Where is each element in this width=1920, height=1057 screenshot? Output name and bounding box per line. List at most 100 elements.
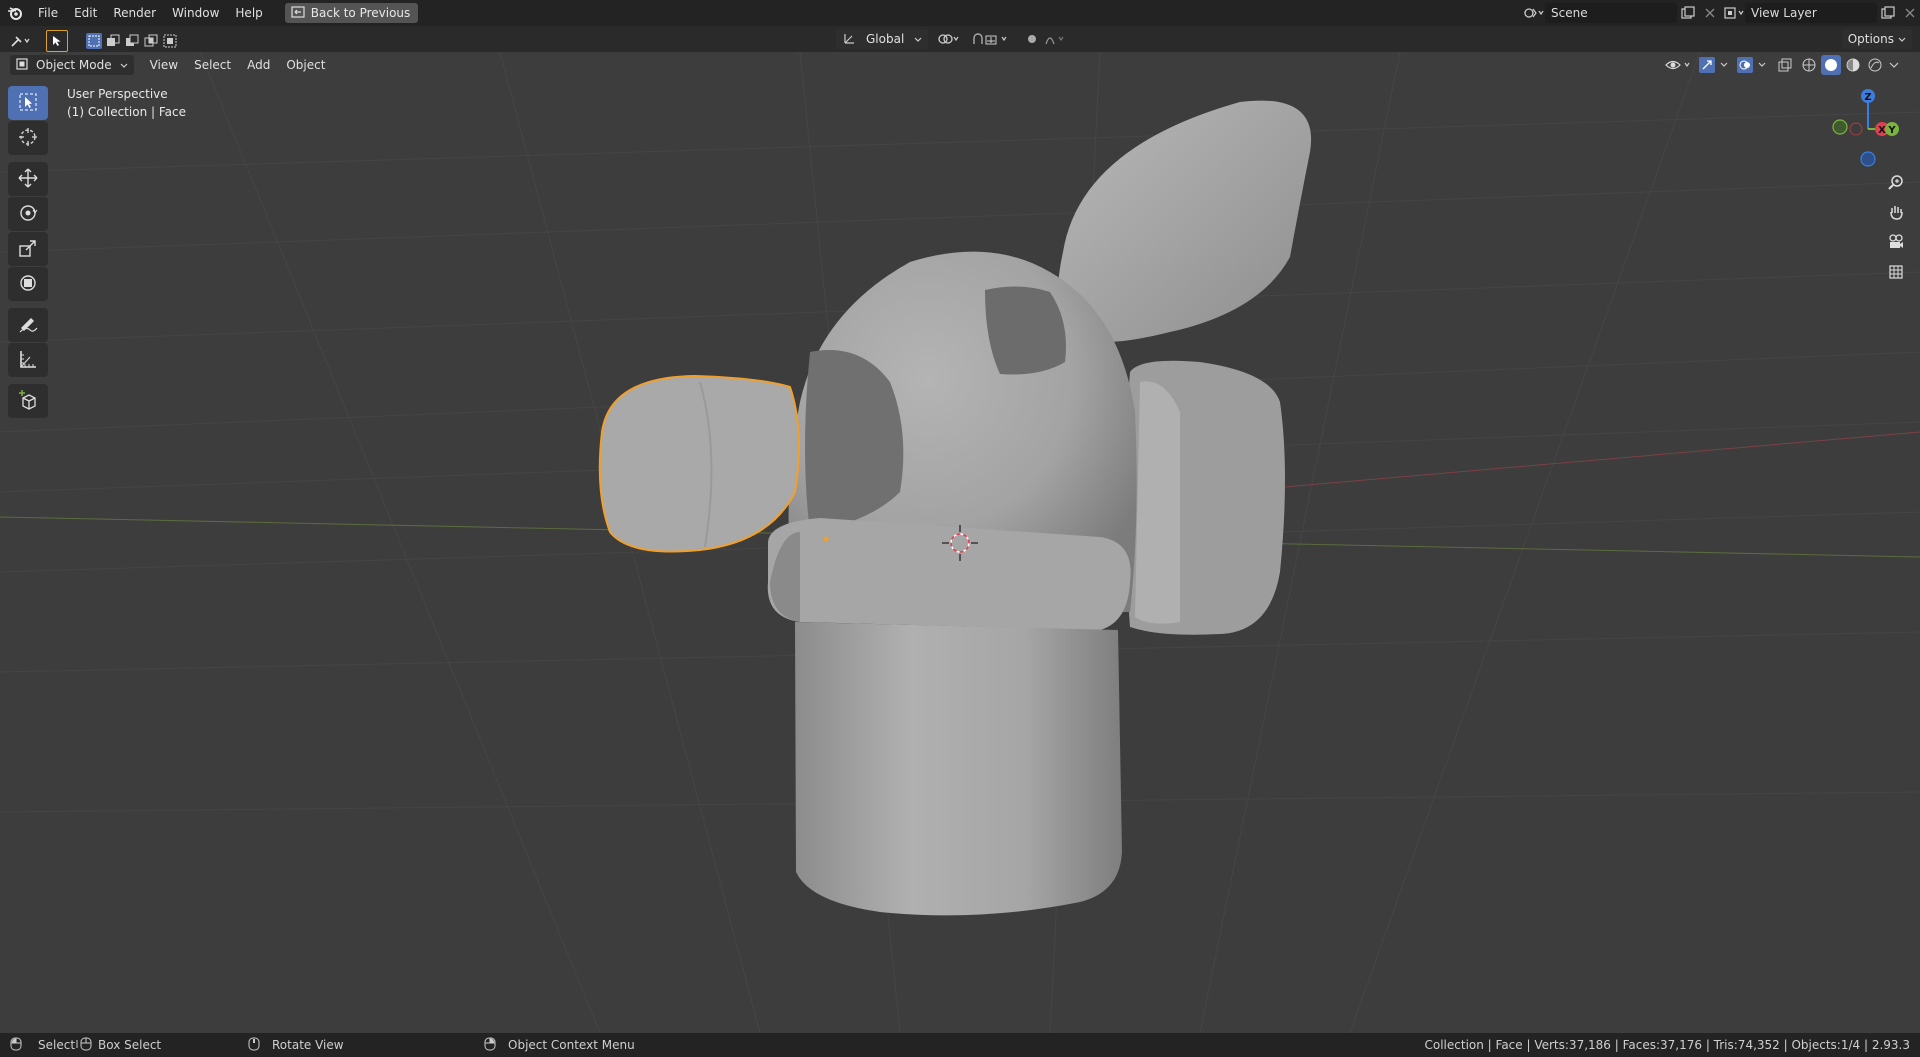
new-view-layer-icon[interactable] xyxy=(1877,3,1899,23)
delete-view-layer-icon[interactable] xyxy=(1899,3,1920,23)
back-to-previous-label: Back to Previous xyxy=(310,6,411,20)
3d-viewport[interactable]: User Perspective (1) Collection | Face Z… xyxy=(0,52,1920,1033)
collection-label: (1) Collection | Face xyxy=(67,105,186,119)
pivot-point-icon[interactable] xyxy=(934,29,964,49)
active-tool-icon[interactable] xyxy=(46,30,68,52)
measure-tool[interactable] xyxy=(8,343,48,377)
select-box-tool[interactable] xyxy=(8,86,48,120)
tool-settings-header: Global Options xyxy=(0,26,1920,52)
wireframe-shading-icon[interactable] xyxy=(1799,55,1819,75)
view-menu[interactable]: View xyxy=(144,55,184,75)
new-scene-icon[interactable] xyxy=(1677,3,1699,23)
move-icon xyxy=(18,168,38,191)
menu-edit[interactable]: Edit xyxy=(66,0,105,26)
camera-view-icon[interactable] xyxy=(1884,230,1908,254)
status-rotate-view: Rotate View xyxy=(248,1037,344,1054)
viewport-scene xyxy=(0,52,1920,1033)
rotate-icon xyxy=(18,203,38,226)
mouse-right-icon xyxy=(484,1037,496,1054)
top-menubar: File Edit Render Window Help Back to Pre… xyxy=(0,0,1920,26)
object-mode-dropdown[interactable]: Object Mode xyxy=(10,55,134,75)
menu-file[interactable]: File xyxy=(30,0,66,26)
cursor-icon xyxy=(18,127,38,150)
scene-name-field[interactable]: Scene xyxy=(1545,3,1677,23)
shading-options-chevron-icon[interactable] xyxy=(1887,55,1901,75)
status-context-menu-label: Object Context Menu xyxy=(508,1038,635,1052)
back-to-previous-button[interactable]: Back to Previous xyxy=(284,3,419,23)
orientation-icon xyxy=(842,31,856,48)
selection-mode-extend-icon[interactable] xyxy=(105,33,121,49)
gizmo-toggle-icon[interactable] xyxy=(1697,55,1733,75)
view-layer-icon[interactable] xyxy=(1723,3,1745,23)
scene-selector: Scene xyxy=(1523,3,1721,23)
selection-mode-new-icon[interactable] xyxy=(86,33,102,49)
measure-icon xyxy=(18,349,38,372)
mouse-middle-icon xyxy=(248,1037,260,1054)
svg-text:Y: Y xyxy=(1887,125,1896,136)
navigation-gizmo[interactable]: Z X Y xyxy=(1830,87,1900,167)
rendered-shading-icon[interactable] xyxy=(1865,55,1885,75)
editor-type-icon[interactable] xyxy=(10,31,32,51)
scale-icon xyxy=(18,238,38,261)
proportional-editing-icon[interactable] xyxy=(1024,29,1068,49)
chevron-down-icon xyxy=(1898,32,1906,46)
screen-back-icon xyxy=(291,5,305,21)
overlays-toggle-icon[interactable] xyxy=(1735,55,1771,75)
menu-help[interactable]: Help xyxy=(227,0,270,26)
add-cube-tool[interactable] xyxy=(8,384,48,418)
selection-mode-intersect-icon[interactable] xyxy=(162,33,178,49)
zoom-icon[interactable] xyxy=(1884,170,1908,194)
annotate-tool[interactable] xyxy=(8,308,48,342)
snap-icon[interactable] xyxy=(970,29,1018,49)
orientation-label: Global xyxy=(866,32,905,46)
scale-tool[interactable] xyxy=(8,232,48,266)
mouse-left-icon xyxy=(10,1037,22,1054)
object-mode-label: Object Mode xyxy=(36,58,112,72)
blender-logo-icon[interactable] xyxy=(4,0,26,26)
menu-window[interactable]: Window xyxy=(164,0,227,26)
mouse-drag-icon xyxy=(76,1037,92,1054)
transform-orientation-dropdown[interactable]: Global xyxy=(836,29,929,49)
xray-toggle-icon[interactable] xyxy=(1773,55,1797,75)
status-rotate-view-label: Rotate View xyxy=(272,1038,344,1052)
status-select: Select xyxy=(10,1037,75,1054)
chevron-down-icon xyxy=(120,58,128,72)
cursor-tool[interactable] xyxy=(8,121,48,155)
selection-mode-invert-icon[interactable] xyxy=(143,33,159,49)
chevron-down-icon xyxy=(914,32,922,46)
solid-shading-icon[interactable] xyxy=(1821,55,1841,75)
side-pad-right xyxy=(1125,360,1285,635)
object-origin xyxy=(823,536,829,542)
grid-view-icon[interactable] xyxy=(1884,260,1908,284)
view-layer-selector: View Layer xyxy=(1723,3,1920,23)
annotate-icon xyxy=(18,314,38,337)
status-box-select-label: Box Select xyxy=(98,1038,162,1052)
transform-tool[interactable] xyxy=(8,267,48,301)
visibility-eye-icon[interactable] xyxy=(1663,55,1695,75)
select-box-icon xyxy=(19,93,37,114)
rotate-tool[interactable] xyxy=(8,197,48,231)
transform-icon xyxy=(18,273,38,296)
move-tool[interactable] xyxy=(8,162,48,196)
scene-icon[interactable] xyxy=(1523,3,1545,23)
options-dropdown[interactable]: Options xyxy=(1841,29,1912,49)
view-layer-name-field[interactable]: View Layer xyxy=(1745,3,1877,23)
add-cube-icon xyxy=(18,389,38,413)
tool-shelf xyxy=(8,86,50,419)
viewport-header: Object Mode View Select Add Object xyxy=(0,52,1920,78)
options-label: Options xyxy=(1847,32,1894,46)
status-context-menu: Object Context Menu xyxy=(484,1037,635,1054)
select-menu[interactable]: Select xyxy=(188,55,237,75)
pan-hand-icon[interactable] xyxy=(1884,200,1908,224)
material-preview-icon[interactable] xyxy=(1843,55,1863,75)
svg-text:Z: Z xyxy=(1864,92,1871,103)
add-menu[interactable]: Add xyxy=(241,55,276,75)
menu-render[interactable]: Render xyxy=(105,0,164,26)
delete-scene-icon[interactable] xyxy=(1699,3,1721,23)
status-select-label: Select xyxy=(38,1038,76,1052)
object-mode-icon xyxy=(16,57,28,73)
object-menu[interactable]: Object xyxy=(280,55,331,75)
svg-text:X: X xyxy=(1878,125,1886,136)
selection-mode-subtract-icon[interactable] xyxy=(124,33,140,49)
status-bar: Select Box Select Rotate View Object Con… xyxy=(0,1033,1920,1057)
